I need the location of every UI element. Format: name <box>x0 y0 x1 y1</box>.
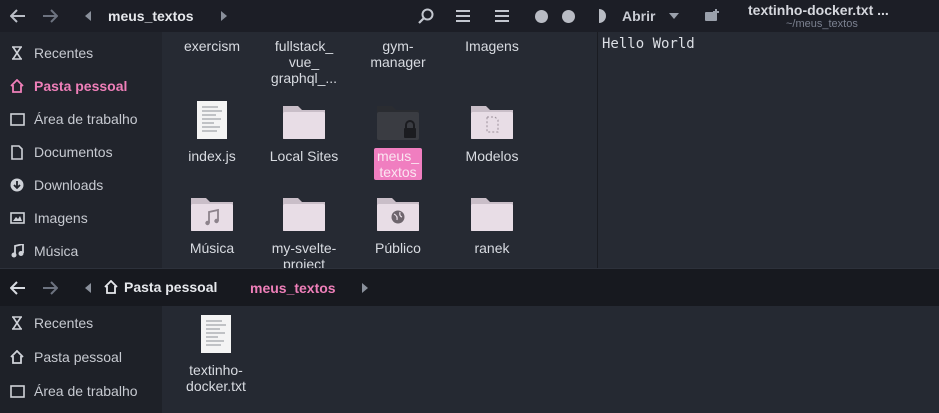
breadcrumb-home-label: Pasta pessoal <box>124 279 218 295</box>
sidebar-item-imagens[interactable]: Imagens <box>0 203 162 233</box>
file-name: Modelos <box>465 148 519 164</box>
file-name: Música <box>189 240 235 256</box>
open-button[interactable]: Abrir <box>622 8 655 24</box>
forward-arrow-icon[interactable] <box>40 278 60 298</box>
file-item[interactable]: Modelos <box>446 100 538 164</box>
new-document-icon[interactable] <box>702 6 722 26</box>
file-name: Local Sites <box>269 148 339 164</box>
folder-icon <box>470 192 514 232</box>
bottom-file-manager: Pasta pessoal meus_textos Recentes Pasta… <box>0 268 939 413</box>
file-name: Público <box>375 240 421 256</box>
forward-arrow-icon[interactable] <box>40 6 60 26</box>
top-headerbar: meus_textos Abrir textinho-docker.txt ..… <box>0 0 939 32</box>
file-name: gym- manager <box>370 38 426 70</box>
template-folder-icon <box>470 100 514 140</box>
sidebar-item-area-de-trabalho[interactable]: Área de trabalho <box>0 104 162 134</box>
sidebar-item-label: Pasta pessoal <box>34 349 122 365</box>
file-name: textinho- docker.txt <box>186 362 246 394</box>
sidebar-item-pasta-pessoal[interactable]: Pasta pessoal <box>0 342 162 372</box>
sidebar-item-downloads[interactable]: Downloads <box>0 170 162 200</box>
back-arrow-icon[interactable] <box>8 6 28 26</box>
file-item[interactable]: my-svelte- project <box>258 192 350 268</box>
half-circle-icon[interactable] <box>589 6 609 26</box>
sidebar-item-label: Recentes <box>34 315 94 331</box>
bottom-headerbar: Pasta pessoal meus_textos <box>0 268 939 306</box>
desktop-icon <box>0 384 34 398</box>
path-left-chevron-icon[interactable] <box>78 278 98 298</box>
home-icon <box>0 79 34 93</box>
editor-title: textinho-docker.txt ... <box>748 2 889 18</box>
top-file-grid: exercism fullstack_ vue_ graphql_... gym… <box>162 32 597 268</box>
sidebar-item-label: Recentes <box>34 45 94 61</box>
breadcrumb-current[interactable]: meus_textos <box>250 280 336 296</box>
file-item[interactable]: gym- manager <box>352 38 444 70</box>
file-name: Imagens <box>465 38 519 54</box>
text-file-icon <box>200 314 232 354</box>
image-icon <box>0 212 34 224</box>
path-right-chevron-icon[interactable] <box>355 278 375 298</box>
sidebar-item-pasta-pessoal[interactable]: Pasta pessoal <box>0 71 162 101</box>
sidebar-item-documentos[interactable]: Documentos <box>0 137 162 167</box>
sidebar-item-label: Downloads <box>34 177 104 193</box>
download-icon <box>0 178 34 192</box>
file-item[interactable]: index.js <box>166 100 258 164</box>
search-icon[interactable] <box>416 6 436 26</box>
file-item[interactable]: Público <box>352 192 444 256</box>
text-editor-pane[interactable]: Hello World <box>597 32 939 268</box>
home-icon <box>104 280 118 294</box>
path-left-chevron-icon[interactable] <box>78 6 98 26</box>
sidebar-item-recentes[interactable]: Recentes <box>0 38 162 68</box>
bottom-file-grid: textinho- docker.txt <box>162 306 939 413</box>
breadcrumb-home[interactable]: Pasta pessoal <box>104 279 217 295</box>
public-folder-icon <box>376 192 420 232</box>
sidebar-item-label: Imagens <box>34 210 88 226</box>
file-item[interactable]: Local Sites <box>258 100 350 164</box>
desktop-icon <box>0 112 34 126</box>
sidebar-item-recentes[interactable]: Recentes <box>0 308 162 338</box>
file-name: index.js <box>188 148 236 164</box>
file-name: ranek <box>474 240 510 256</box>
file-name: meus_ textos <box>373 148 423 180</box>
window-maximize-dot[interactable] <box>562 10 575 23</box>
current-folder-crumb[interactable]: meus_textos <box>108 8 194 24</box>
sidebar-item-area-de-trabalho[interactable]: Área de trabalho <box>0 376 162 406</box>
file-name: fullstack_ vue_ graphql_... <box>270 38 338 86</box>
file-name: my-svelte- project <box>271 240 337 268</box>
locked-folder-icon <box>376 100 420 142</box>
bottom-sidebar: Recentes Pasta pessoal Área de trabalho <box>0 306 162 413</box>
sidebar-item-label: Música <box>34 243 79 259</box>
music-icon <box>0 244 34 258</box>
file-item[interactable]: exercism <box>166 38 258 54</box>
window-minimize-dot[interactable] <box>535 10 548 23</box>
sidebar-item-label: Área de trabalho <box>34 383 138 399</box>
list-view-icon[interactable] <box>453 6 473 26</box>
document-icon <box>0 144 34 160</box>
home-icon <box>0 350 34 364</box>
sidebar-item-label: Documentos <box>34 144 113 160</box>
file-item-selected[interactable]: meus_ textos <box>352 100 444 180</box>
back-arrow-icon[interactable] <box>8 278 28 298</box>
sidebar-item-musica[interactable]: Música <box>0 236 162 266</box>
path-right-chevron-icon[interactable] <box>214 6 234 26</box>
clock-icon <box>0 316 34 330</box>
file-item[interactable]: fullstack_ vue_ graphql_... <box>258 38 350 86</box>
file-item[interactable]: Imagens <box>446 38 538 54</box>
top-sidebar: Recentes Pasta pessoal Área de trabalho … <box>0 32 162 268</box>
clock-icon <box>0 46 34 60</box>
editor-content[interactable]: Hello World <box>602 36 695 52</box>
top-file-chooser: meus_textos Abrir textinho-docker.txt ..… <box>0 0 939 268</box>
music-folder-icon <box>190 192 234 232</box>
file-name: exercism <box>183 38 240 54</box>
editor-subtitle: ~/meus_textos <box>786 18 858 30</box>
sidebar-item-label: Área de trabalho <box>34 111 138 127</box>
open-dropdown-icon[interactable] <box>664 6 684 26</box>
menu-icon[interactable] <box>492 6 512 26</box>
file-item[interactable]: Música <box>166 192 258 256</box>
folder-icon <box>282 192 326 232</box>
text-file-icon <box>196 100 228 140</box>
file-item[interactable]: textinho- docker.txt <box>170 314 262 394</box>
sidebar-item-label: Pasta pessoal <box>34 78 128 94</box>
file-item[interactable]: ranek <box>446 192 538 256</box>
folder-icon <box>282 100 326 140</box>
